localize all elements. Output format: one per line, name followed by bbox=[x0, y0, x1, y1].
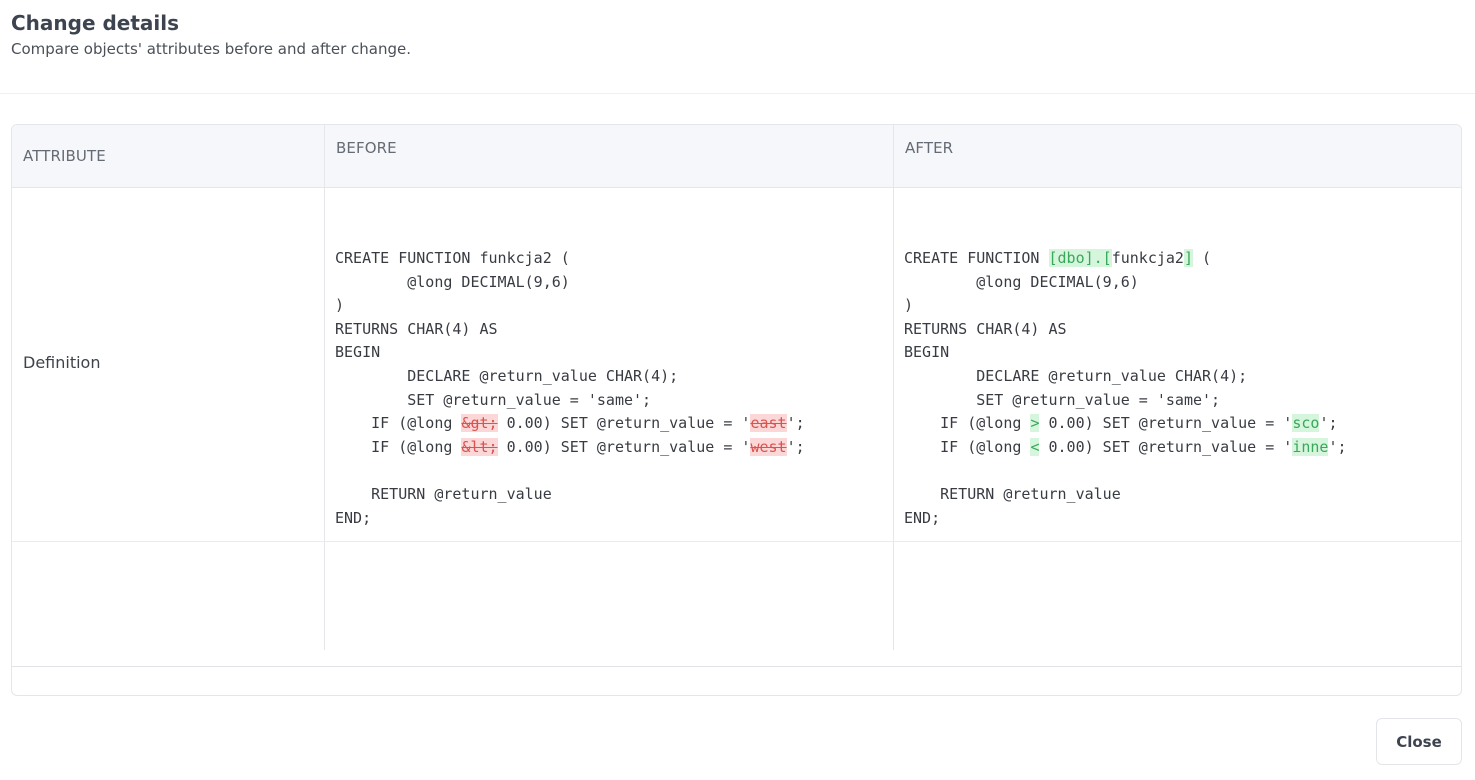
dialog-subtitle: Compare objects' attributes before and a… bbox=[11, 40, 412, 58]
table-header: ATTRIBUTE BEFORE AFTER bbox=[12, 125, 1461, 188]
deleted-text: &gt; bbox=[461, 414, 498, 433]
inserted-text: [dbo].[ bbox=[1048, 249, 1112, 267]
column-header-attribute: ATTRIBUTE bbox=[23, 147, 106, 165]
inserted-text: sco bbox=[1292, 414, 1320, 433]
deleted-text: east bbox=[750, 414, 787, 433]
inserted-text: inne bbox=[1292, 437, 1329, 456]
header-divider bbox=[0, 93, 1475, 94]
attribute-cell: Definition bbox=[23, 353, 101, 372]
close-button[interactable]: Close bbox=[1376, 718, 1462, 765]
table-row: Definition CREATE FUNCTION funkcja2 ( @l… bbox=[12, 187, 1461, 542]
table-footer-divider bbox=[12, 666, 1461, 667]
dialog-title: Change details bbox=[11, 11, 180, 35]
column-header-before: BEFORE bbox=[336, 139, 397, 157]
inserted-text: ] bbox=[1183, 249, 1193, 267]
column-header-after: AFTER bbox=[905, 139, 954, 157]
dialog-header: Change details Compare objects' attribut… bbox=[11, 10, 411, 59]
before-definition: CREATE FUNCTION funkcja2 ( @long DECIMAL… bbox=[335, 249, 805, 527]
after-definition: CREATE FUNCTION [dbo].[funkcja2] ( @long… bbox=[904, 249, 1347, 527]
table-row bbox=[12, 541, 1461, 651]
deleted-text: west bbox=[750, 437, 787, 456]
comparison-table: ATTRIBUTE BEFORE AFTER Definition CREATE… bbox=[11, 124, 1462, 696]
deleted-text: &lt; bbox=[461, 437, 498, 456]
